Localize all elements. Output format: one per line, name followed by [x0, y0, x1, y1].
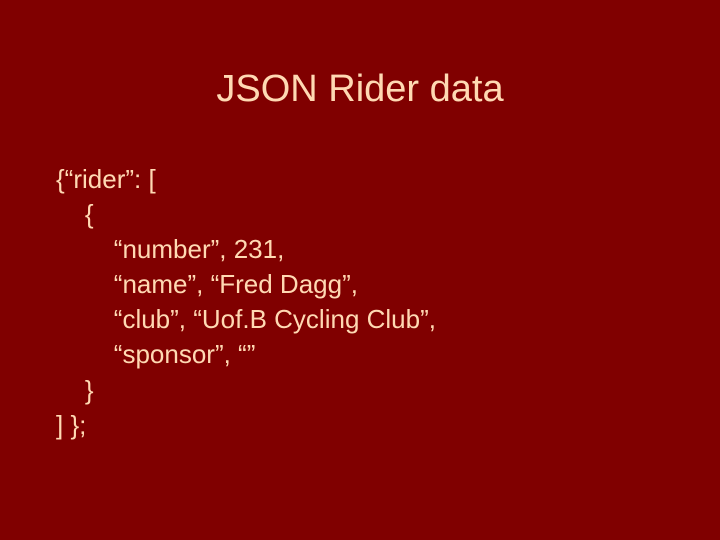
code-line: “sponsor”, “”	[56, 337, 436, 372]
code-line: “name”, “Fred Dagg”,	[56, 267, 436, 302]
code-line: {“rider”: [	[56, 162, 436, 197]
code-line: “club”, “Uof.B Cycling Club”,	[56, 302, 436, 337]
code-line: ] };	[56, 408, 436, 443]
code-line: {	[56, 197, 436, 232]
code-block: {“rider”: [ { “number”, 231, “name”, “Fr…	[56, 162, 436, 443]
code-line: }	[56, 373, 436, 408]
slide-title: JSON Rider data	[0, 68, 720, 111]
code-line: “number”, 231,	[56, 232, 436, 267]
slide: JSON Rider data {“rider”: [ { “number”, …	[0, 0, 720, 540]
